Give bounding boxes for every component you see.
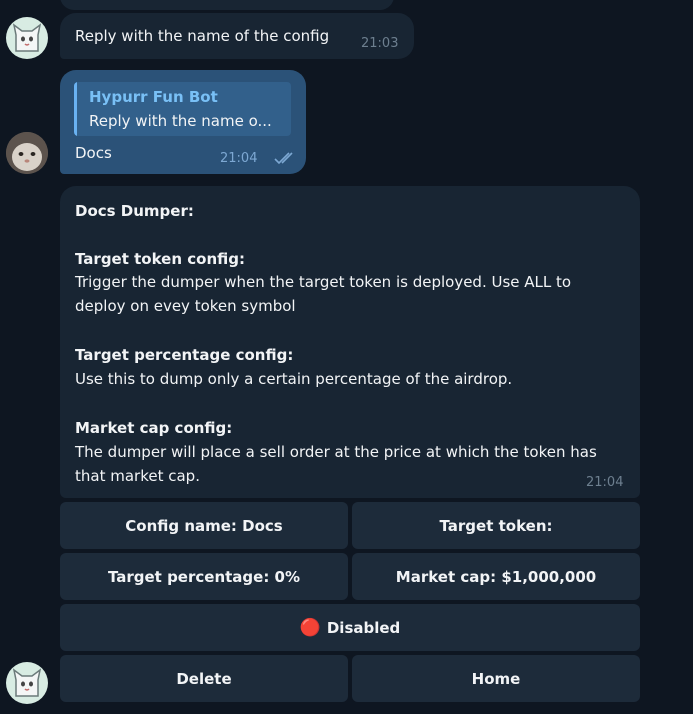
- target-token-heading: Target token config:: [75, 250, 245, 268]
- cat-avatar-icon: [12, 23, 42, 52]
- quote-text: Reply with the name o...: [89, 112, 272, 130]
- config-name-label: Config name: Docs: [125, 516, 283, 535]
- market-cap-heading: Market cap config:: [75, 419, 233, 437]
- target-percentage-button[interactable]: Target percentage: 0%: [60, 553, 348, 600]
- home-button[interactable]: Home: [352, 655, 640, 702]
- reply-quote[interactable]: Hypurr Fun Bot Reply with the name o...: [74, 82, 291, 136]
- market-cap-label: Market cap: $1,000,000: [395, 567, 597, 586]
- bot-prompt-time: 21:03: [361, 36, 399, 51]
- target-token-description: Trigger the dumper when the target token…: [75, 273, 572, 315]
- bot-avatar-2[interactable]: [6, 662, 48, 704]
- quote-accent-bar: [74, 82, 77, 136]
- status-label: Disabled: [326, 618, 401, 637]
- target-token-button[interactable]: Target token:: [352, 502, 640, 549]
- status-toggle-button[interactable]: 🔴 Disabled: [60, 604, 640, 651]
- target-token-label: Target token:: [439, 516, 553, 535]
- market-cap-description: The dumper will place a sell order at th…: [75, 443, 597, 485]
- user-photo-avatar-icon: [6, 132, 48, 174]
- home-label: Home: [471, 669, 521, 688]
- market-cap-button[interactable]: Market cap: $1,000,000: [352, 553, 640, 600]
- quote-author: Hypurr Fun Bot: [89, 88, 218, 106]
- user-avatar[interactable]: [6, 132, 48, 174]
- config-name-button[interactable]: Config name: Docs: [60, 502, 348, 549]
- delete-label: Delete: [176, 669, 232, 688]
- previous-message-bubble: [60, 0, 394, 10]
- user-reply-message: Hypurr Fun Bot Reply with the name o... …: [60, 70, 306, 174]
- bot-avatar[interactable]: [6, 17, 48, 59]
- bot-prompt-text: Reply with the name of the config: [75, 27, 330, 45]
- red-circle-icon: 🔴: [299, 617, 321, 638]
- target-percentage-description: Use this to dump only a certain percenta…: [75, 370, 513, 388]
- target-percentage-label: Target percentage: 0%: [107, 567, 301, 586]
- info-title: Docs Dumper:: [75, 202, 194, 220]
- bot-info-message: Docs Dumper: Target token config: Trigge…: [60, 186, 640, 498]
- double-check-icon: [274, 152, 293, 165]
- delete-button[interactable]: Delete: [60, 655, 348, 702]
- bot-prompt-message: Reply with the name of the config 21:03: [60, 13, 414, 59]
- target-percentage-heading: Target percentage config:: [75, 346, 294, 364]
- user-reply-text: Docs: [75, 144, 112, 162]
- user-reply-time: 21:04: [220, 151, 258, 166]
- cat-avatar-icon: [12, 668, 42, 697]
- bot-info-time: 21:04: [586, 475, 624, 490]
